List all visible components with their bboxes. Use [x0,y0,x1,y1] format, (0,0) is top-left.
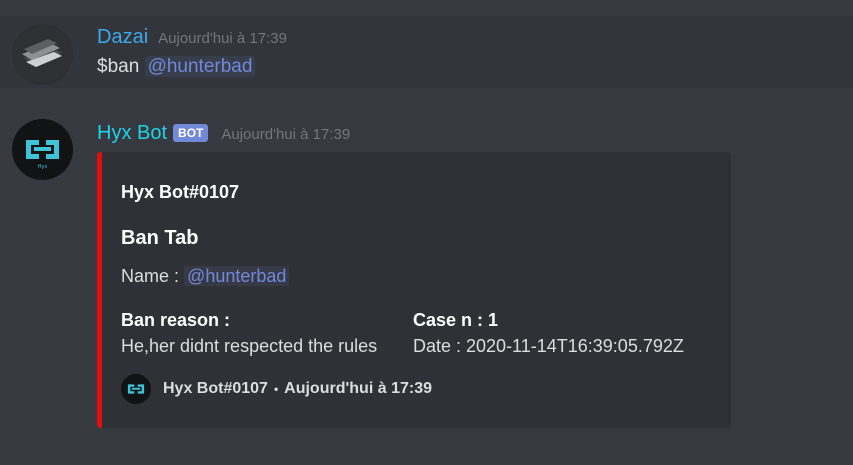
chat-area: Dazai Aujourd'hui à 17:39 $ban @hunterba… [0,0,853,465]
footer-hyx-logo-icon [121,374,151,404]
field-name: Ban reason : [121,310,231,330]
embed-description: Name : @hunterbad [121,266,290,287]
ban-embed: Hyx Bot#0107 Ban Tab Name : @hunterbad B… [97,152,731,428]
message-bot[interactable]: Hyx Hyx Bot BOT Aujourd'hui à 17:39 Hyx … [0,0,853,465]
bot-badge: BOT [173,124,209,142]
embed-field-case: Case n : 1 Date : 2020-11-14T16:39:05.79… [413,308,684,360]
embed-title: Ban Tab [121,227,199,249]
footer-timestamp: Aujourd'hui à 17:39 [284,380,432,397]
footer-separator: • [273,382,279,396]
hyx-logo-icon: Hyx [12,119,73,180]
bot-avatar[interactable]: Hyx [12,119,73,180]
bot-username[interactable]: Hyx Bot [97,121,167,145]
timestamp: Aujourd'hui à 17:39 [221,126,351,143]
user-mention[interactable]: @hunterbad [184,266,290,286]
embed-footer: Hyx Bot#0107 • Aujourd'hui à 17:39 [121,374,432,404]
embed-field-reason: Ban reason : He,her didnt respected the … [121,308,377,360]
embed-author: Hyx Bot#0107 [121,182,240,202]
field-name: Case n : 1 [413,310,499,330]
field-value: Date : 2020-11-14T16:39:05.792Z [413,336,684,356]
svg-text:Hyx: Hyx [38,164,48,170]
field-value: He,her didnt respected the rules [121,336,378,356]
name-label: Name : [121,266,180,286]
footer-text: Hyx Bot#0107 [163,380,268,397]
